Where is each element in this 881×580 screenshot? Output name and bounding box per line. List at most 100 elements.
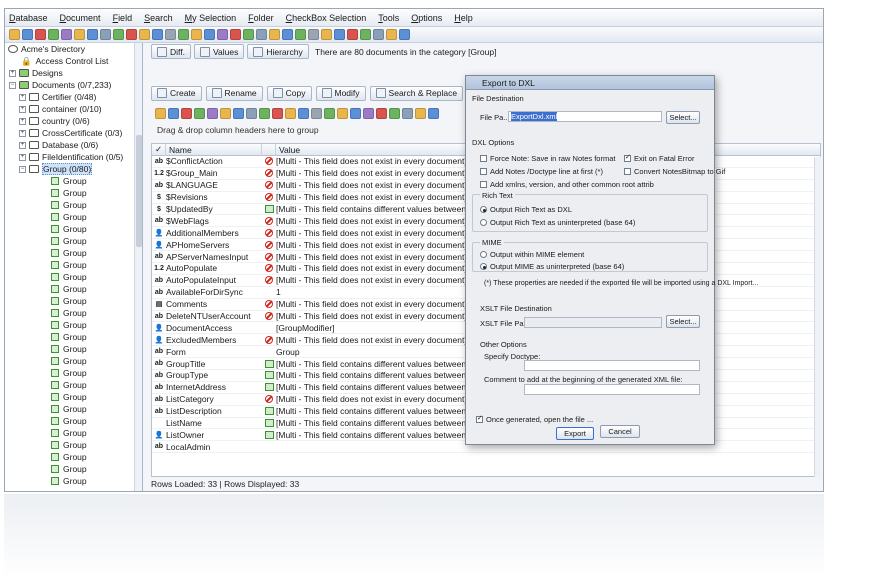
tree-item-group[interactable]: Group — [5, 307, 142, 319]
cancel-button[interactable]: Cancel — [600, 425, 640, 438]
toolbar-button-icon[interactable] — [334, 29, 345, 40]
tree-item-group[interactable]: Group — [5, 367, 142, 379]
toolbar-button-icon[interactable] — [308, 29, 319, 40]
exit-fatal-checkbox[interactable]: Exit on Fatal Error — [624, 153, 694, 163]
toolbar-button-icon[interactable] — [35, 29, 46, 40]
name-column-header[interactable]: Name — [166, 144, 262, 156]
toolbar-button-icon[interactable] — [9, 29, 20, 40]
toolbar-button-icon[interactable] — [152, 29, 163, 40]
create-button[interactable]: Create — [151, 85, 202, 101]
toolbar-button-icon[interactable] — [191, 29, 202, 40]
toolbar-button-icon[interactable] — [204, 29, 215, 40]
scroll-thumb[interactable] — [136, 135, 142, 247]
grid-tool-icon[interactable] — [259, 107, 270, 119]
tree-item-group[interactable]: Group — [5, 247, 142, 259]
grid-tool-icon[interactable] — [168, 107, 179, 119]
tree-item-folder[interactable]: + CrossCertificate (0/3) — [5, 127, 142, 139]
tree-item-group[interactable]: Group — [5, 199, 142, 211]
tree-item-group[interactable]: Group — [5, 211, 142, 223]
rich-text-dxl-radio[interactable]: Output Rich Text as DXL — [480, 205, 572, 214]
collapse-icon[interactable]: − — [19, 165, 26, 173]
force-note-checkbox[interactable]: Force Note: Save in raw Notes format — [480, 154, 615, 163]
grid-tool-icon[interactable] — [207, 107, 218, 119]
toolbar-button-icon[interactable] — [321, 29, 332, 40]
tree-item-group-folder[interactable]: − Group (0/80) — [5, 163, 142, 175]
toolbar-button-icon[interactable] — [399, 29, 410, 40]
modify-button[interactable]: Modify — [315, 85, 366, 101]
tree-item-folder[interactable]: + Certifier (0/48) — [5, 91, 142, 103]
select-xslt-button[interactable]: Select... — [666, 315, 700, 328]
tree-item-group[interactable]: Group — [5, 427, 142, 439]
expand-icon[interactable]: + — [19, 117, 26, 125]
menu-field[interactable]: Field — [113, 13, 133, 23]
copy-button[interactable]: Copy — [266, 85, 312, 101]
toolbar-button-icon[interactable] — [360, 29, 371, 40]
tree-item-group[interactable]: Group — [5, 283, 142, 295]
toolbar-button-icon[interactable] — [243, 29, 254, 40]
diff-tab[interactable]: Diff. — [151, 44, 191, 59]
grid-tool-icon[interactable] — [415, 107, 426, 119]
menu-checkbox-selection[interactable]: CheckBox Selection — [286, 13, 367, 23]
tree-item-group[interactable]: Group — [5, 259, 142, 271]
menu-database[interactable]: Database — [9, 13, 48, 23]
add-notes-checkbox[interactable]: Add Notes /Doctype line at first (*) — [480, 167, 603, 176]
tree-item-group[interactable]: Group — [5, 331, 142, 343]
tree-item-group[interactable]: Group — [5, 379, 142, 391]
values-tab[interactable]: Values — [193, 44, 245, 59]
tree-item-documents[interactable]: − Documents (0/7,233) — [5, 79, 142, 91]
rich-text-uninterpreted-radio[interactable]: Output Rich Text as uninterpreted (base … — [480, 218, 635, 227]
tree-item-group[interactable]: Group — [5, 343, 142, 355]
tree-item-designs[interactable]: + Designs — [5, 67, 142, 79]
comment-input[interactable] — [524, 384, 700, 395]
toolbar-button-icon[interactable] — [74, 29, 85, 40]
tree-scrollbar[interactable] — [134, 43, 142, 491]
mime-uninterpreted-radio[interactable]: Output MIME as uninterpreted (base 64) — [480, 262, 624, 271]
grid-tool-icon[interactable] — [181, 107, 192, 119]
grid-tool-icon[interactable] — [155, 107, 166, 119]
tree-item-folder[interactable]: + country (0/6) — [5, 115, 142, 127]
tree-item-group[interactable]: Group — [5, 235, 142, 247]
tree-item-group[interactable]: Group — [5, 463, 142, 475]
grid-tool-icon[interactable] — [350, 107, 361, 119]
grid-tool-icon[interactable] — [311, 107, 322, 119]
select-file-button[interactable]: Select... — [666, 111, 700, 124]
grid-tool-icon[interactable] — [389, 107, 400, 119]
toolbar-button-icon[interactable] — [178, 29, 189, 40]
expand-icon[interactable]: + — [19, 129, 26, 137]
toolbar-button-icon[interactable] — [61, 29, 72, 40]
tree-item-folder[interactable]: + container (0/10) — [5, 103, 142, 115]
toolbar-button-icon[interactable] — [386, 29, 397, 40]
export-button[interactable]: Export — [556, 427, 594, 440]
menu-tools[interactable]: Tools — [378, 13, 399, 23]
grid-tool-icon[interactable] — [324, 107, 335, 119]
toolbar-button-icon[interactable] — [282, 29, 293, 40]
expand-icon[interactable]: + — [9, 69, 16, 77]
toolbar-button-icon[interactable] — [347, 29, 358, 40]
menu-document[interactable]: Document — [60, 13, 101, 23]
toolbar-button-icon[interactable] — [139, 29, 150, 40]
tree-item-group[interactable]: Group — [5, 295, 142, 307]
select-column[interactable]: ✓ — [152, 144, 166, 156]
expand-icon[interactable]: + — [19, 93, 26, 101]
toolbar-button-icon[interactable] — [100, 29, 111, 40]
toolbar-button-icon[interactable] — [87, 29, 98, 40]
toolbar-button-icon[interactable] — [48, 29, 59, 40]
tree-item-group[interactable]: Group — [5, 475, 142, 487]
tree-item-folder[interactable]: + FileIdentification (0/5) — [5, 151, 142, 163]
grid-tool-icon[interactable] — [285, 107, 296, 119]
toolbar-button-icon[interactable] — [373, 29, 384, 40]
toolbar-button-icon[interactable] — [22, 29, 33, 40]
tree-item-group[interactable]: Group — [5, 175, 142, 187]
tree-item-folder[interactable]: + Database (0/6) — [5, 139, 142, 151]
tree-item-group[interactable]: Group — [5, 187, 142, 199]
add-xmlns-checkbox[interactable]: Add xmlns, version, and other common roo… — [480, 180, 654, 189]
toolbar-button-icon[interactable] — [269, 29, 280, 40]
grid-tool-icon[interactable] — [298, 107, 309, 119]
hierarchy-tab[interactable]: Hierarchy — [247, 44, 309, 59]
grid-tool-icon[interactable] — [220, 107, 231, 119]
collapse-icon[interactable]: − — [9, 81, 16, 89]
tree-item-group[interactable]: Group — [5, 415, 142, 427]
toolbar-button-icon[interactable] — [217, 29, 228, 40]
tree-root[interactable]: Acme's Directory — [5, 43, 142, 55]
toolbar-button-icon[interactable] — [230, 29, 241, 40]
